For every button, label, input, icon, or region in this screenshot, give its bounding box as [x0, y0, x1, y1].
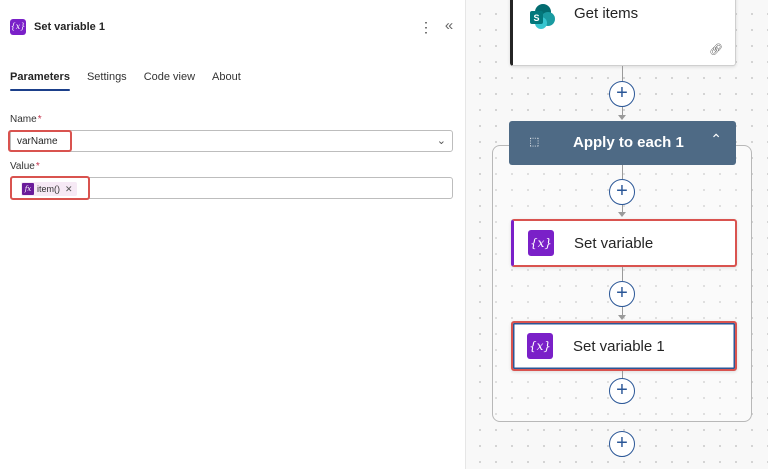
variable-icon: {x}: [10, 19, 26, 35]
set-variable-1-card[interactable]: {x} Set variable 1: [511, 321, 737, 371]
sharepoint-icon: S: [530, 4, 555, 29]
collapse-panel-button[interactable]: «: [441, 18, 457, 36]
link-icon: 🔗︎: [709, 44, 723, 56]
value-label: Value*: [10, 161, 40, 172]
connector-line: [622, 165, 623, 179]
add-action-button[interactable]: +: [609, 431, 635, 457]
variable-icon: {x}: [528, 230, 554, 256]
connector-arrowhead: [618, 115, 626, 120]
tab-parameters[interactable]: Parameters: [10, 71, 70, 91]
variable-icon: {x}: [527, 333, 553, 359]
add-action-button[interactable]: +: [609, 179, 635, 205]
required-mark: *: [37, 114, 42, 125]
tab-settings[interactable]: Settings: [87, 71, 127, 91]
add-action-button[interactable]: +: [609, 378, 635, 404]
flow-canvas[interactable]: S Get items 🔗︎ + ⬚ Apply to each 1 ⌃ + {…: [466, 0, 768, 469]
name-label: Name*: [10, 114, 42, 125]
connector-arrowhead: [618, 315, 626, 320]
name-value: varName: [17, 136, 58, 147]
chevron-down-icon[interactable]: ⌄: [437, 134, 446, 147]
name-dropdown[interactable]: varName ⌄: [10, 130, 453, 152]
more-options-button[interactable]: ⋮: [419, 19, 433, 35]
action-details-panel: {x} Set variable 1 ⋮ « Parameters Settin…: [0, 0, 466, 469]
apply-to-each-title: Apply to each 1: [573, 134, 684, 151]
value-input[interactable]: fx item() ✕: [10, 177, 453, 199]
panel-title: Set variable 1: [34, 21, 105, 33]
function-icon: fx: [22, 183, 34, 195]
remove-token-icon[interactable]: ✕: [65, 184, 73, 195]
token-text: item(): [37, 184, 60, 194]
set-variable-card[interactable]: {x} Set variable: [511, 219, 737, 267]
tab-code-view[interactable]: Code view: [144, 71, 195, 91]
panel-tabs: Parameters Settings Code view About: [10, 71, 258, 91]
loop-icon: ⬚: [529, 136, 540, 148]
connector-arrowhead: [618, 212, 626, 217]
value-label-text: Value: [10, 161, 35, 172]
required-mark: *: [35, 161, 40, 172]
expression-token[interactable]: fx item() ✕: [21, 182, 77, 196]
add-action-button[interactable]: +: [609, 281, 635, 307]
chevron-up-icon[interactable]: ⌃: [710, 131, 722, 148]
set-variable-title: Set variable: [574, 235, 654, 252]
connector-line: [622, 267, 623, 281]
set-variable-1-title: Set variable 1: [573, 338, 665, 355]
apply-to-each-header[interactable]: ⬚ Apply to each 1 ⌃: [509, 121, 736, 165]
svg-text:S: S: [533, 13, 539, 23]
get-items-card[interactable]: S Get items 🔗︎: [510, 0, 736, 66]
tab-about[interactable]: About: [212, 71, 241, 91]
add-action-button[interactable]: +: [609, 81, 635, 107]
name-label-text: Name: [10, 114, 37, 125]
get-items-title: Get items: [574, 5, 639, 22]
